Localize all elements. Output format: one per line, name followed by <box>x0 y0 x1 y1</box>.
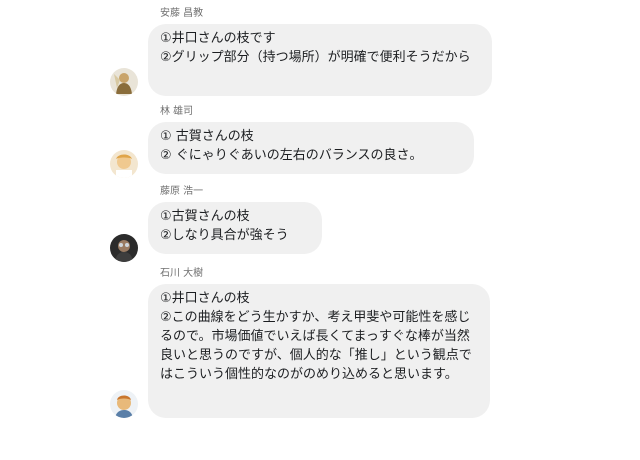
user-avatar-icon[interactable] <box>110 234 138 262</box>
sender-name: 石川 大樹 <box>160 268 204 279</box>
sender-name: 安藤 昌教 <box>160 8 204 19</box>
message-bubble[interactable]: ①井口さんの枝 ②この曲線をどう生かすか、考え甲斐や可能性を感じるので。市場価値… <box>148 284 490 418</box>
chat-thread: 安藤 昌教 ①井口さんの枝です ②グリップ部分（持つ場所）が明確で便利そうだから… <box>0 0 640 460</box>
message-bubble[interactable]: ①古賀さんの枝 ②しなり具合が強そう <box>148 202 322 254</box>
sender-name: 藤原 浩一 <box>160 186 204 197</box>
message-bubble[interactable]: ①井口さんの枝です ②グリップ部分（持つ場所）が明確で便利そうだから <box>148 24 492 96</box>
user-avatar-icon[interactable] <box>110 150 138 178</box>
sender-name: 林 雄司 <box>160 106 194 117</box>
user-avatar-icon[interactable] <box>110 68 138 96</box>
user-avatar-icon[interactable] <box>110 390 138 418</box>
message-bubble[interactable]: ① 古賀さんの枝 ② ぐにゃりぐあいの左右のバランスの良さ。 <box>148 122 474 174</box>
